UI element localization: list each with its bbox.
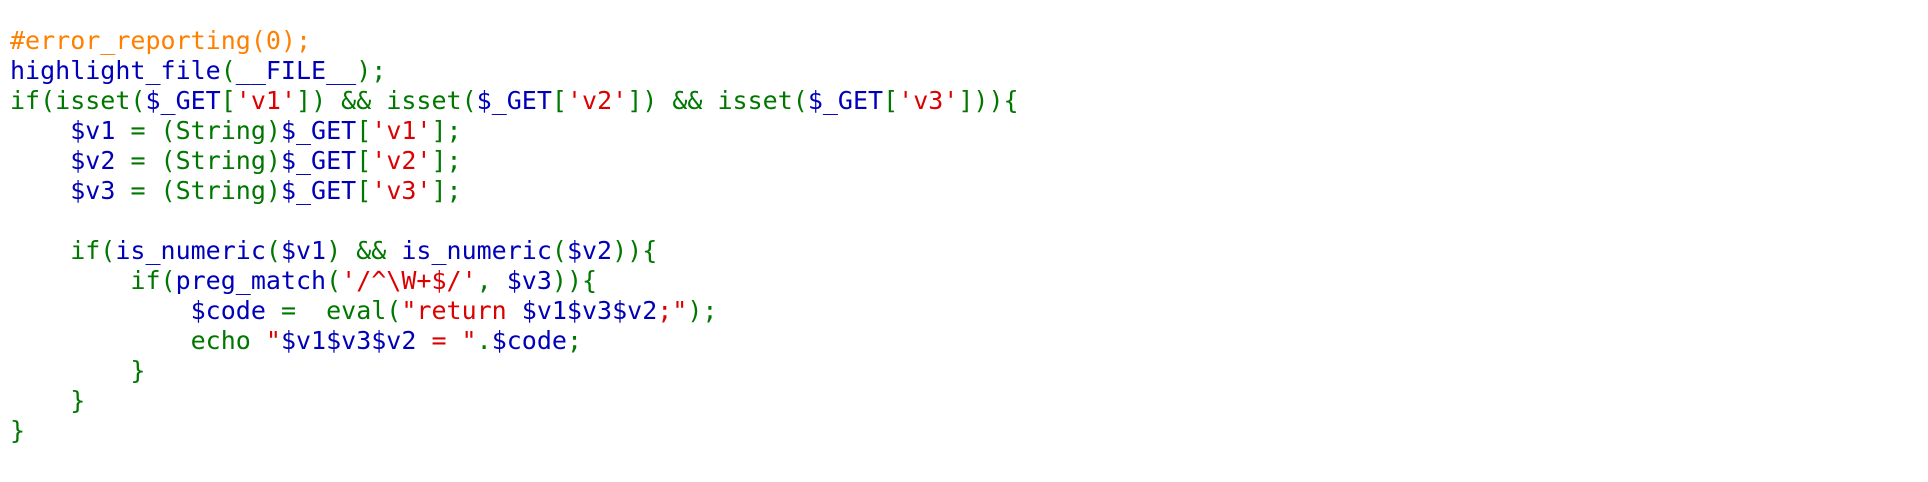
code-token-default: $v1 <box>70 116 131 145</box>
code-token-keyword: [ <box>356 116 372 145</box>
code-line: highlight_file(__FILE__); <box>10 56 1019 86</box>
code-token-default: $_GET <box>476 86 552 115</box>
code-token-default: $v3 <box>506 266 552 295</box>
code-token-keyword: = (String) <box>130 176 281 205</box>
code-token-keyword: = (String) <box>130 116 281 145</box>
code-token-default: $_GET <box>280 116 357 145</box>
code-token-keyword: . <box>476 326 492 355</box>
code-token-string: 'v3' <box>371 176 432 205</box>
code-token-keyword: ]) && isset( <box>627 86 808 115</box>
code-token-keyword: ; <box>566 326 583 355</box>
code-token-string: 'v2' <box>371 146 432 175</box>
code-token-string: 'v1' <box>235 86 297 115</box>
code-token-keyword: [ <box>220 86 236 115</box>
code-token-default: $_GET <box>280 146 357 175</box>
code-token-default: $v1 <box>280 236 327 265</box>
code-token-keyword: ) && <box>326 236 402 265</box>
code-token-keyword <box>10 176 70 205</box>
code-token-keyword: ])){ <box>958 86 1019 115</box>
code-token-keyword: [ <box>551 86 567 115</box>
code-line: $v1 = (String)$_GET['v1']; <box>10 116 1019 146</box>
code-line: } <box>10 416 1019 446</box>
code-token-keyword <box>10 296 191 325</box>
code-line: if(isset($_GET['v1']) && isset($_GET['v2… <box>10 86 1019 116</box>
php-source-view: #error_reporting(0); highlight_file(__FIL… <box>10 26 1019 446</box>
code-token-string: ;" <box>657 296 688 325</box>
code-token-default: preg_match <box>175 266 327 295</box>
code-token-default: $v1$v3$v2 <box>521 296 658 325</box>
code-token-string: = " <box>416 326 477 355</box>
code-token-default: $v2 <box>70 146 131 175</box>
code-token-keyword: = eval( <box>280 296 402 325</box>
code-token-keyword: = (String) <box>130 146 281 175</box>
code-token-default: __FILE__ <box>235 56 357 85</box>
code-token-default: $code <box>190 296 281 325</box>
code-line: #error_reporting(0); <box>10 26 1019 56</box>
code-token-default: is_numeric <box>115 236 266 265</box>
code-token-default: $v1$v3$v2 <box>280 326 417 355</box>
code-line: $v3 = (String)$_GET['v3']; <box>10 176 1019 206</box>
code-token-keyword: ]; <box>431 146 462 175</box>
code-token-default: $_GET <box>145 86 221 115</box>
code-token-default: $v3 <box>70 176 131 205</box>
code-token-keyword: } <box>10 356 146 385</box>
code-token-keyword: [ <box>883 86 899 115</box>
code-token-keyword: ); <box>356 56 387 85</box>
code-line: $v2 = (String)$_GET['v2']; <box>10 146 1019 176</box>
code-token-keyword <box>10 146 70 175</box>
code-line: $code = eval("return $v1$v3$v2;"); <box>10 296 1019 326</box>
code-token-keyword: , <box>476 266 507 295</box>
code-token-default: is_numeric <box>401 236 552 265</box>
code-token-keyword: echo <box>10 326 266 355</box>
code-token-keyword: ( <box>551 236 567 265</box>
code-token-string: 'v3' <box>898 86 959 115</box>
code-token-keyword <box>10 116 70 145</box>
code-token-keyword: [ <box>356 146 372 175</box>
code-token-keyword: ]; <box>431 176 462 205</box>
code-token-keyword: ( <box>326 266 342 295</box>
code-token-string: 'v1' <box>371 116 432 145</box>
code-token-default: $_GET <box>807 86 884 115</box>
code-token-keyword: ); <box>687 296 718 325</box>
code-line: } <box>10 386 1019 416</box>
code-token-keyword: if( <box>10 236 116 265</box>
code-token-keyword: ( <box>265 236 281 265</box>
code-token-string: 'v2' <box>566 86 628 115</box>
code-token-keyword: )){ <box>612 236 658 265</box>
code-token-keyword: [ <box>356 176 372 205</box>
code-token-string: '/^\W+$/' <box>341 266 477 295</box>
code-token-comment: #error_reporting(0); <box>10 26 312 55</box>
code-token-keyword: } <box>10 386 86 415</box>
code-token-keyword: ]; <box>431 116 462 145</box>
code-token-string: "return <box>401 296 522 325</box>
code-token-default: $code <box>491 326 567 355</box>
code-token-default: highlight_file <box>10 56 221 85</box>
code-token-keyword: if(isset( <box>10 86 146 115</box>
code-token-keyword: } <box>10 416 26 445</box>
code-token-keyword: ( <box>220 56 236 85</box>
code-token-default: $v2 <box>566 236 613 265</box>
code-line: } <box>10 356 1019 386</box>
code-line: echo "$v1$v3$v2 = ".$code; <box>10 326 1019 356</box>
code-token-keyword: if( <box>10 266 176 295</box>
code-token-string: " <box>265 326 281 355</box>
code-token-default: $_GET <box>280 176 357 205</box>
code-token-keyword: )){ <box>551 266 598 295</box>
code-line: if(is_numeric($v1) && is_numeric($v2)){ <box>10 236 1019 266</box>
code-token-keyword: ]) && isset( <box>296 86 477 115</box>
code-line: if(preg_match('/^\W+$/', $v3)){ <box>10 266 1019 296</box>
